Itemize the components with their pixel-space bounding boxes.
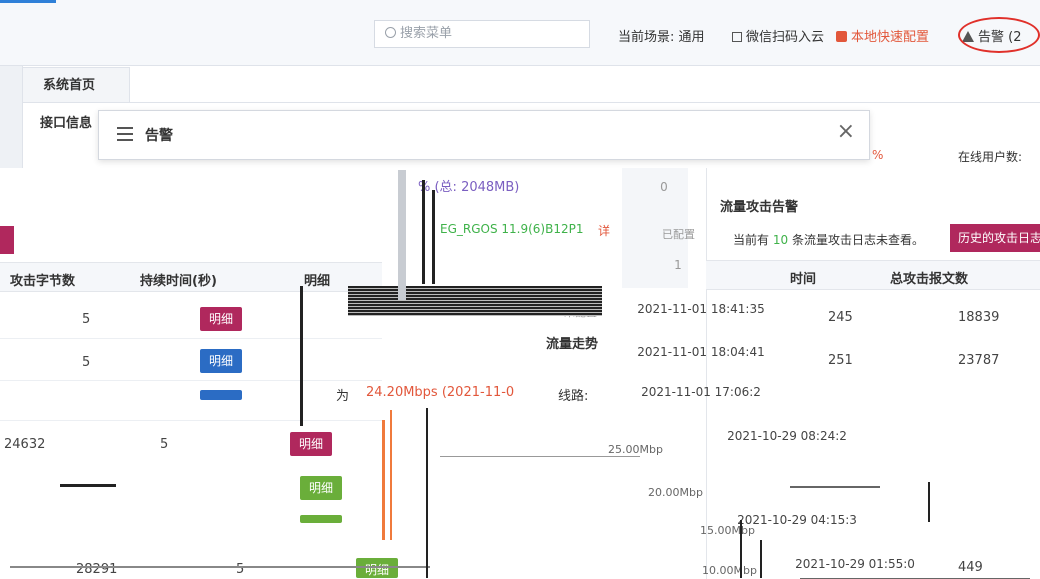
attack-row1-packets: 245	[828, 310, 853, 325]
qrcode-icon	[732, 32, 742, 42]
row3-detail-button-clip[interactable]	[200, 390, 242, 400]
row5-bytes: 28291	[76, 562, 118, 577]
y-label-20: 20.00Mbp	[648, 486, 703, 499]
glitch-line	[422, 180, 425, 284]
local-quick-config-link[interactable]: 本地快速配置	[836, 26, 929, 45]
row1-detail-button[interactable]: 明细	[200, 307, 242, 331]
close-icon[interactable]: ×	[837, 119, 855, 144]
row2-detail-button[interactable]: 明细	[200, 349, 242, 373]
attack-row5-time: 2021-10-29 04:15:3	[737, 513, 857, 527]
attack-row6-packets: 449	[958, 560, 983, 575]
attack-count: 10	[772, 233, 789, 247]
traffic-trend-title: 流量走势	[546, 337, 599, 352]
tab-system-home[interactable]: 系统首页	[22, 67, 130, 103]
alarm-modal: 告警 ×	[98, 110, 870, 160]
left-tab-marker	[0, 226, 14, 254]
glitch-line	[740, 520, 742, 578]
glitch-shade	[398, 170, 406, 300]
glitch-line	[440, 456, 640, 457]
count-one: 1	[674, 258, 682, 272]
top-accent	[0, 0, 56, 3]
history-attack-log-button[interactable]: 历史的攻击日志	[950, 224, 1040, 252]
glitch-block	[348, 286, 602, 316]
attack-row1-bytes: 18839	[958, 310, 1000, 325]
glitch-line	[426, 408, 428, 578]
tab-divider	[22, 102, 1040, 103]
attack-row4-time: 2021-10-29 08:24:2	[727, 429, 847, 443]
col-attack-bytes: 攻击字节数	[10, 274, 76, 289]
menu-search-placeholder: 搜索菜单	[400, 26, 453, 41]
local-quick-config-label: 本地快速配置	[851, 30, 930, 45]
chart-spike	[390, 410, 392, 540]
status-configured: 已配置	[662, 228, 695, 241]
current-scene: 当前场景: 通用	[618, 26, 705, 45]
attack-alarm-title: 流量攻击告警	[720, 200, 799, 215]
attack-row2-packets: 251	[828, 353, 853, 368]
attack-summary-prefix: 当前有	[733, 233, 770, 247]
glitch-line	[60, 484, 116, 487]
row-divider	[0, 380, 382, 381]
count-zero: 0	[660, 180, 668, 194]
row4-detail-button[interactable]: 明细	[300, 476, 342, 500]
scene-label: 当前场景:	[618, 30, 675, 45]
peak-value: 24.20Mbps (2021-11-0	[366, 385, 515, 400]
config-icon	[836, 31, 847, 42]
attack-summary-suffix: 条流量攻击日志未查看。	[791, 233, 924, 247]
glitch-line	[432, 190, 435, 284]
row-divider	[0, 338, 382, 339]
menu-search-input[interactable]: 搜索菜单	[374, 20, 590, 48]
attack-row3-time: 2021-11-01 17:06:2	[641, 385, 761, 399]
glitch-line	[760, 540, 762, 578]
y-label-10: 10.00Mbp	[702, 564, 757, 577]
col-time: 时间	[790, 272, 817, 287]
row1-duration: 5	[82, 312, 91, 327]
attack-row2-time: 2021-11-01 18:04:41	[637, 345, 765, 359]
row3-detail-button[interactable]: 明细	[290, 432, 332, 456]
chart-spike	[382, 420, 385, 540]
strip-pct: %	[872, 148, 884, 162]
row5-duration: 5	[236, 562, 245, 577]
firmware-version: EG_RGOS 11.9(6)B12P1	[440, 222, 584, 236]
alarm-modal-title: 告警	[145, 128, 173, 144]
row-divider	[0, 420, 382, 421]
col-detail: 明细	[304, 274, 331, 289]
glitch-line	[10, 566, 430, 568]
glitch-line	[928, 482, 930, 522]
online-users-label: 在线用户数:	[958, 150, 1023, 164]
wechat-cloud-label: 微信扫码入云	[746, 30, 825, 45]
glitch-line	[790, 486, 880, 488]
menu-icon	[117, 127, 133, 141]
alarm-highlight-circle	[958, 17, 1040, 53]
row2-duration: 5	[82, 355, 91, 370]
attack-summary: 当前有 10 条流量攻击日志未查看。	[733, 231, 924, 248]
row3-duration: 5	[160, 437, 169, 452]
col-total-packets: 总攻击报文数	[890, 272, 969, 287]
peak-prefix: 为	[336, 389, 350, 404]
y-label-25: 25.00Mbp	[608, 443, 663, 456]
row4b-detail-button-clip[interactable]	[300, 515, 342, 523]
line-select-label: 线路:	[558, 389, 589, 404]
attack-row2-bytes: 23787	[958, 353, 1000, 368]
col-duration: 持续时间(秒)	[140, 274, 217, 289]
glitch-line	[300, 286, 303, 426]
wechat-cloud-link[interactable]: 微信扫码入云	[732, 26, 824, 45]
attack-table-header	[706, 260, 1040, 290]
attack-row1-time: 2021-11-01 18:41:35	[637, 302, 765, 316]
row5-detail-button[interactable]: 明细	[356, 558, 398, 578]
version-detail-link[interactable]: 详	[598, 222, 610, 239]
search-icon	[385, 27, 396, 38]
interface-info-label: 接口信息	[40, 116, 93, 131]
row3-bytes: 24632	[4, 437, 46, 452]
scene-value[interactable]: 通用	[679, 30, 705, 45]
attack-row6-time: 2021-10-29 01:55:0	[795, 557, 915, 571]
